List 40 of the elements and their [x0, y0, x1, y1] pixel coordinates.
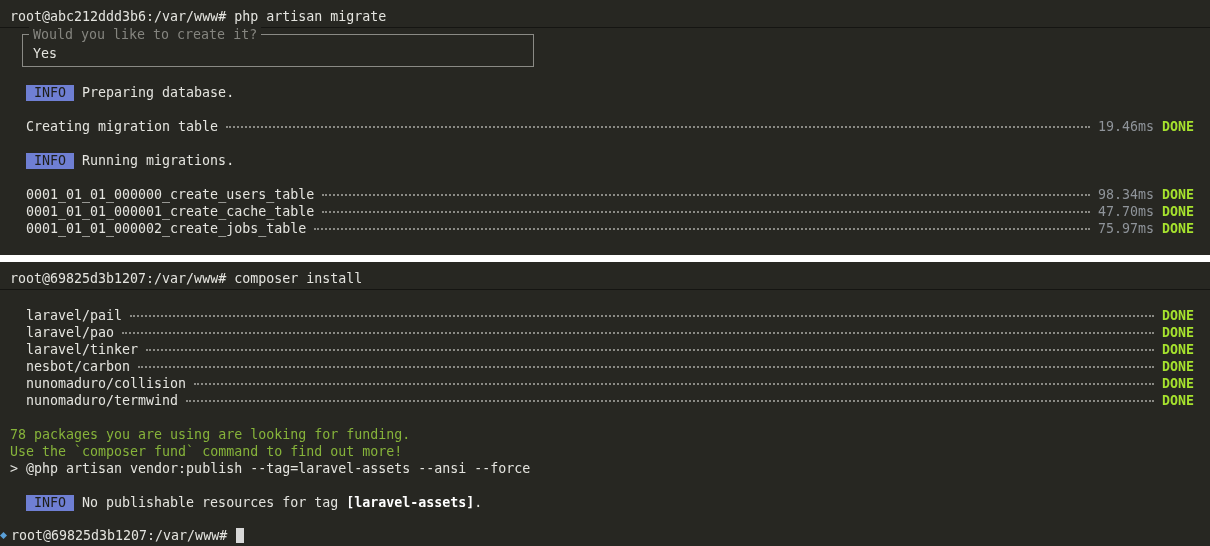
task-name: nunomaduro/termwind: [26, 392, 179, 409]
task-name: laravel/pail: [26, 307, 123, 324]
info-message: Preparing database.: [82, 84, 235, 101]
info-badge: INFO: [26, 152, 75, 169]
info-badge: INFO: [26, 494, 75, 511]
task-status: DONE: [1161, 307, 1194, 324]
task-duration: 98.34ms: [1097, 186, 1154, 203]
info-badge: INFO: [26, 84, 75, 101]
task-name: 0001_01_01_000001_create_cache_table: [26, 203, 315, 220]
task-status: DONE: [1161, 375, 1194, 392]
task-name: nesbot/carbon: [26, 358, 131, 375]
task-name: laravel/pao: [26, 324, 115, 341]
task-name: laravel/tinker: [26, 341, 139, 358]
text-cursor: [236, 528, 245, 543]
command-output: > @php artisan vendor:publish --tag=laravel-assets --ansi --force: [10, 460, 532, 477]
task-status: DONE: [1161, 341, 1194, 358]
task-name: 0001_01_01_000000_create_users_table: [26, 186, 315, 203]
shell-prompt: root@69825d3b1207:/var/www#: [11, 527, 228, 544]
task-status: DONE: [1161, 392, 1194, 409]
task-status: DONE: [1161, 186, 1194, 203]
task-duration: 19.46ms: [1097, 118, 1154, 135]
info-message: No publishable resources for tag [laravel-assets].: [82, 494, 483, 511]
task-status: DONE: [1161, 118, 1194, 135]
task-duration: 75.97ms: [1097, 220, 1154, 237]
task-duration: 47.70ms: [1097, 203, 1154, 220]
task-name: Creating migration table: [26, 118, 219, 135]
task-name: 0001_01_01_000002_create_jobs_table: [26, 220, 307, 237]
funding-notice: Use the `composer fund` command to find out more!: [10, 443, 404, 460]
shell-prompt: root@69825d3b1207:/var/www# composer install: [10, 271, 363, 286]
question-label: Would you like to create it?: [29, 26, 262, 43]
shell-prompt: root@abc212ddd3b6:/var/www# php artisan migrate: [10, 9, 387, 24]
task-status: DONE: [1161, 220, 1194, 237]
diamond-icon: [0, 532, 7, 539]
info-message: Running migrations.: [82, 152, 235, 169]
task-name: nunomaduro/collision: [26, 375, 187, 392]
funding-notice: 78 packages you are using are looking for funding.: [10, 426, 412, 443]
task-status: DONE: [1161, 358, 1194, 375]
task-status: DONE: [1161, 203, 1194, 220]
task-status: DONE: [1161, 324, 1194, 341]
answer-value: Yes: [33, 46, 58, 61]
